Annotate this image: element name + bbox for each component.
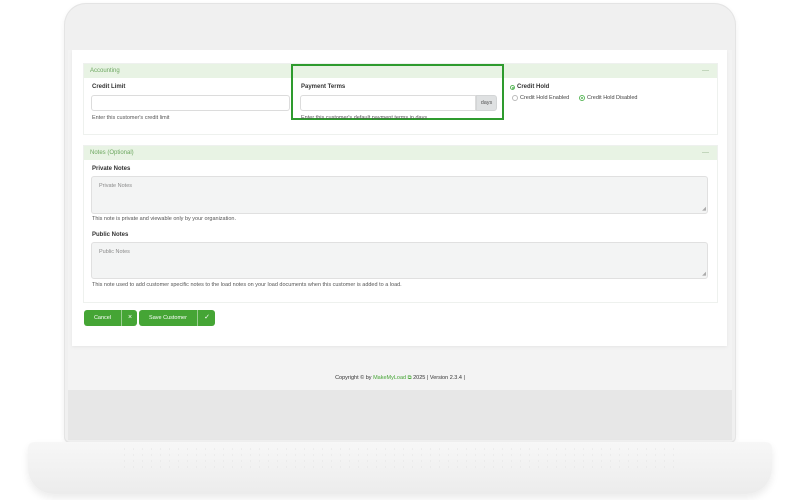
collapse-icon[interactable]: — — [702, 64, 709, 78]
page-footer: Copyright © by MakeMyLoad ⧉ 2025 | Versi… — [68, 375, 732, 382]
credit-hold-indicator-icon — [510, 85, 515, 90]
payment-terms-input[interactable] — [300, 95, 476, 111]
public-notes-label: Public Notes — [92, 232, 129, 238]
brand-link[interactable]: MakeMyLoad — [373, 375, 406, 381]
notes-panel-header[interactable]: Notes (Optional) — — [84, 146, 717, 160]
version-text: 2025 | Version 2.3.4 | — [413, 375, 465, 381]
screen: Accounting — Credit Limit Enter this cus… — [68, 50, 732, 390]
credit-hold-disabled-radio[interactable] — [579, 95, 585, 101]
check-icon: ✓ — [197, 310, 215, 326]
resize-handle-icon[interactable]: ◢ — [702, 271, 706, 277]
accounting-panel: Accounting — Credit Limit Enter this cus… — [83, 63, 718, 135]
notes-panel: Notes (Optional) — Private Notes Private… — [83, 145, 718, 303]
close-icon: × — [121, 310, 137, 326]
payment-terms-help: Enter this customer's default payment te… — [301, 115, 428, 121]
accounting-panel-title: Accounting — [90, 68, 120, 74]
laptop-bezel — [68, 390, 732, 440]
credit-limit-label: Credit Limit — [92, 84, 126, 90]
credit-hold-disabled-label[interactable]: Credit Hold Disabled — [587, 95, 637, 101]
days-addon: days — [476, 95, 497, 111]
payment-terms-label: Payment Terms — [301, 84, 346, 90]
payment-terms-highlight — [291, 64, 504, 120]
external-link-icon: ⧉ — [407, 375, 412, 381]
credit-hold-label: Credit Hold — [517, 84, 550, 90]
credit-limit-input[interactable] — [91, 95, 290, 111]
private-notes-textarea[interactable]: Private Notes ◢ — [91, 176, 708, 214]
cancel-button[interactable]: Cancel × — [84, 310, 137, 326]
private-notes-label: Private Notes — [92, 166, 131, 172]
private-notes-help: This note is private and viewable only b… — [92, 216, 236, 222]
credit-hold-enabled-radio[interactable] — [512, 95, 518, 101]
public-notes-textarea[interactable]: Public Notes ◢ — [91, 242, 708, 279]
notes-panel-title: Notes (Optional) — [90, 150, 134, 156]
credit-limit-help: Enter this customer's credit limit — [92, 115, 170, 121]
save-customer-button[interactable]: Save Customer ✓ — [139, 310, 215, 326]
laptop-keyboard — [120, 446, 680, 468]
public-notes-help: This note used to add customer specific … — [92, 282, 402, 288]
public-notes-placeholder: Public Notes — [99, 249, 130, 255]
customer-form-card: Accounting — Credit Limit Enter this cus… — [72, 50, 727, 346]
collapse-icon[interactable]: — — [702, 146, 709, 160]
save-customer-button-label: Save Customer — [149, 315, 187, 321]
resize-handle-icon[interactable]: ◢ — [702, 206, 706, 212]
private-notes-placeholder: Private Notes — [99, 183, 133, 189]
credit-hold-enabled-label[interactable]: Credit Hold Enabled — [520, 95, 569, 101]
cancel-button-label: Cancel — [93, 315, 112, 321]
copyright-text: Copyright © by — [335, 375, 372, 381]
